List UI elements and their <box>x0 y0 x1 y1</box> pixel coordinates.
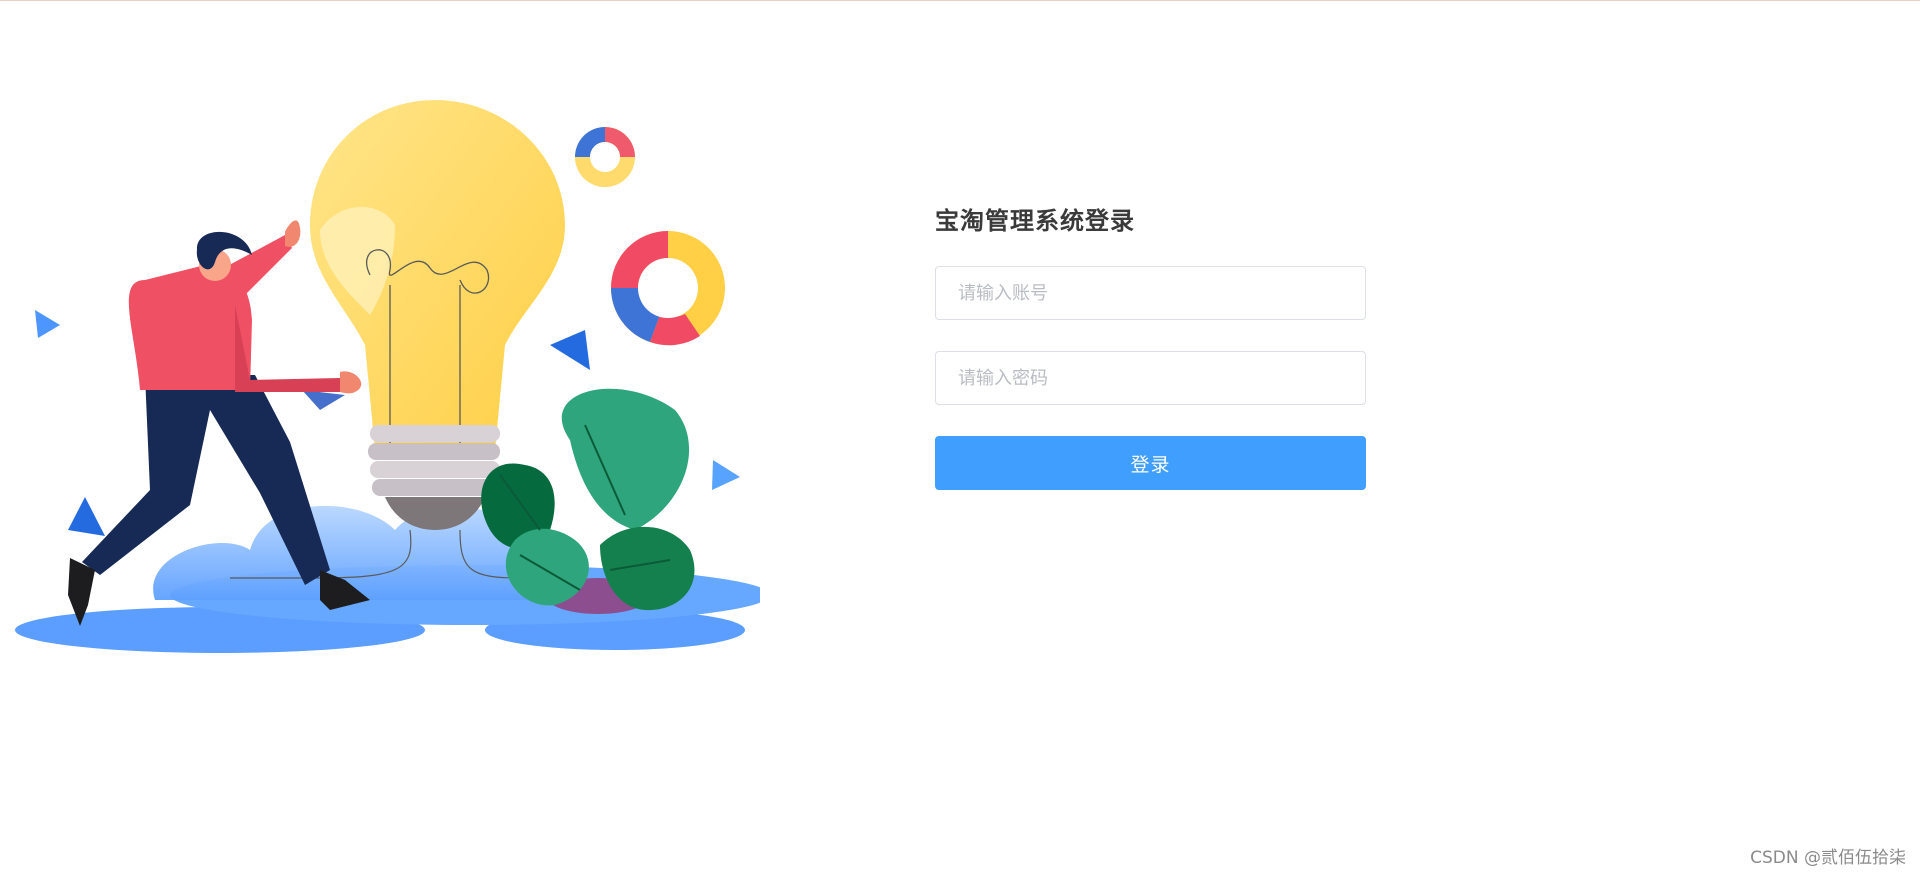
login-button[interactable]: 登录 <box>935 436 1366 490</box>
triangle-decoration <box>712 460 740 490</box>
login-panel: 宝淘管理系统登录 登录 <box>935 205 1366 490</box>
password-input[interactable] <box>935 351 1366 405</box>
plant <box>481 388 695 614</box>
triangle-decoration <box>302 390 345 410</box>
donut-decoration-large <box>611 231 725 346</box>
watermark-text: CSDN @贰佰伍拾柒 <box>1750 848 1906 868</box>
triangle-decoration <box>68 497 105 536</box>
account-input[interactable] <box>935 266 1366 320</box>
triangle-decoration <box>550 330 590 370</box>
login-page: 宝淘管理系统登录 登录 CSDN @贰佰伍拾柒 <box>0 0 1920 878</box>
top-divider <box>0 0 1920 1</box>
page-title: 宝淘管理系统登录 <box>935 207 1135 235</box>
donut-decoration-small <box>575 127 635 187</box>
triangle-decoration <box>35 310 60 338</box>
person-with-lightbulb-illustration <box>15 100 760 653</box>
